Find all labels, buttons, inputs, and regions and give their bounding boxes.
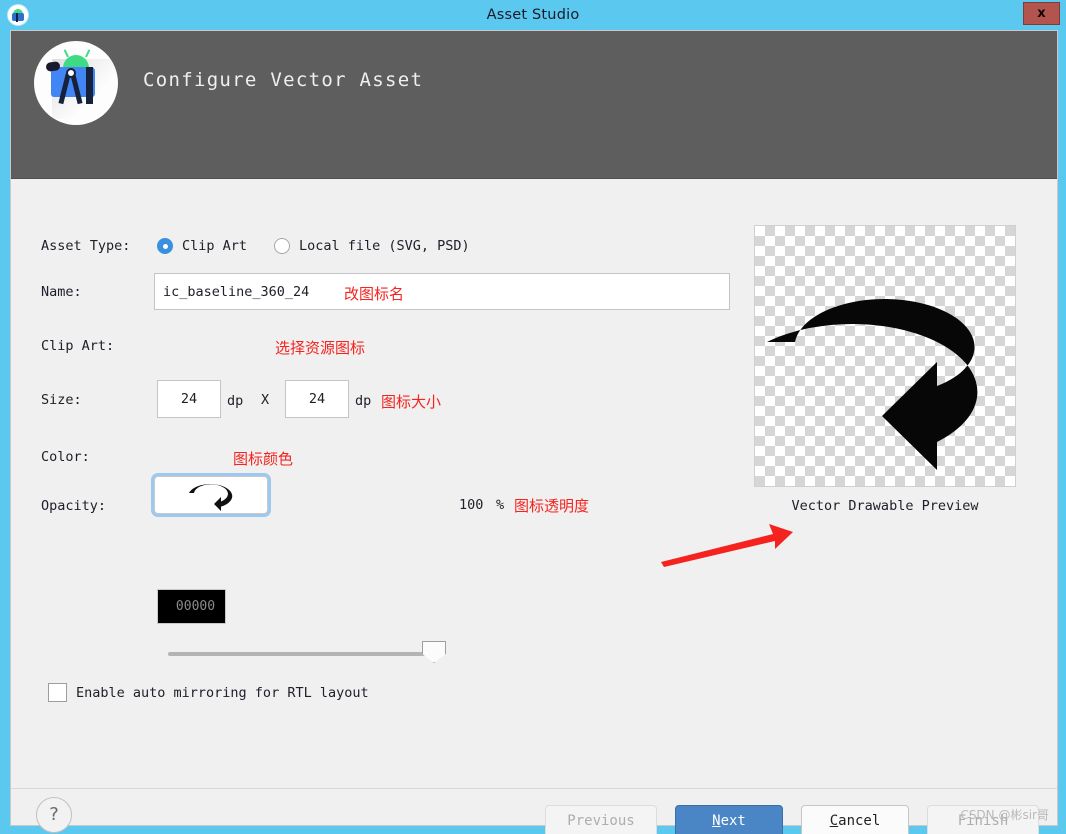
- color-hex-value: 00000: [175, 599, 216, 614]
- auto-mirroring-label[interactable]: Enable auto mirroring for RTL layout: [76, 685, 369, 701]
- rotate-360-icon: [189, 484, 233, 511]
- clip-art-annotation: 选择资源图标: [275, 339, 366, 357]
- name-annotation: 改图标名: [344, 285, 405, 303]
- footer-separator: [11, 788, 1057, 789]
- help-button[interactable]: ?: [36, 797, 72, 833]
- page-title: Configure Vector Asset: [143, 69, 424, 91]
- color-swatch-button[interactable]: 00000: [157, 589, 226, 624]
- preview-caption: Vector Drawable Preview: [791, 498, 979, 514]
- asset-type-label: Asset Type:: [41, 238, 131, 254]
- opacity-value: 100: [459, 497, 484, 513]
- radio-clip-art[interactable]: [157, 238, 173, 254]
- opacity-unit: %: [496, 497, 505, 513]
- radio-clip-art-label[interactable]: Clip Art: [182, 238, 247, 254]
- name-input[interactable]: [154, 273, 730, 310]
- next-rest: ext: [720, 813, 746, 829]
- android-studio-logo: [34, 41, 118, 125]
- size-width-input[interactable]: [157, 380, 221, 418]
- next-mnemonic: N: [712, 813, 721, 829]
- previous-button: Previous: [545, 805, 657, 834]
- asset-studio-window: Asset Studio x Configure Vector Asset As…: [0, 0, 1066, 834]
- size-label: Size:: [41, 392, 82, 408]
- color-label: Color:: [41, 449, 90, 465]
- window-title: Asset Studio: [486, 7, 580, 23]
- rotate-360-icon: [767, 299, 978, 470]
- size-height-input[interactable]: [285, 380, 349, 418]
- auto-mirroring-checkbox[interactable]: [48, 683, 67, 702]
- clip-art-label: Clip Art:: [41, 338, 115, 354]
- size-width-unit: dp: [227, 393, 244, 409]
- cancel-button[interactable]: Cancel: [801, 805, 909, 834]
- opacity-annotation: 图标透明度: [514, 497, 590, 515]
- cancel-mnemonic: C: [829, 813, 839, 829]
- annotation-arrow-icon: [661, 524, 793, 567]
- close-button[interactable]: x: [1023, 2, 1060, 25]
- cancel-rest: ancel: [838, 813, 881, 829]
- size-annotation: 图标大小: [381, 393, 442, 411]
- opacity-label: Opacity:: [41, 498, 107, 514]
- next-button[interactable]: Next: [675, 805, 783, 834]
- radio-local-file-label[interactable]: Local file (SVG, PSD): [299, 238, 470, 254]
- dialog-panel: Configure Vector Asset Asset Type: Clip …: [10, 30, 1058, 834]
- form-area: Asset Type: Clip Art Local file (SVG, PS…: [11, 180, 1057, 760]
- watermark: CSDN @彬sir哥: [960, 808, 1049, 822]
- radio-local-file[interactable]: [274, 238, 290, 254]
- opacity-slider-thumb[interactable]: [422, 641, 446, 663]
- color-annotation: 图标颜色: [233, 450, 294, 468]
- size-separator: X: [261, 392, 270, 408]
- name-label: Name:: [41, 284, 82, 300]
- dialog-header: Configure Vector Asset: [11, 31, 1057, 179]
- clip-art-button[interactable]: [154, 476, 268, 514]
- size-height-unit: dp: [355, 393, 372, 409]
- title-bar: Asset Studio x: [0, 0, 1066, 30]
- vector-drawable-preview: [754, 225, 1016, 487]
- opacity-slider-track[interactable]: [168, 652, 433, 656]
